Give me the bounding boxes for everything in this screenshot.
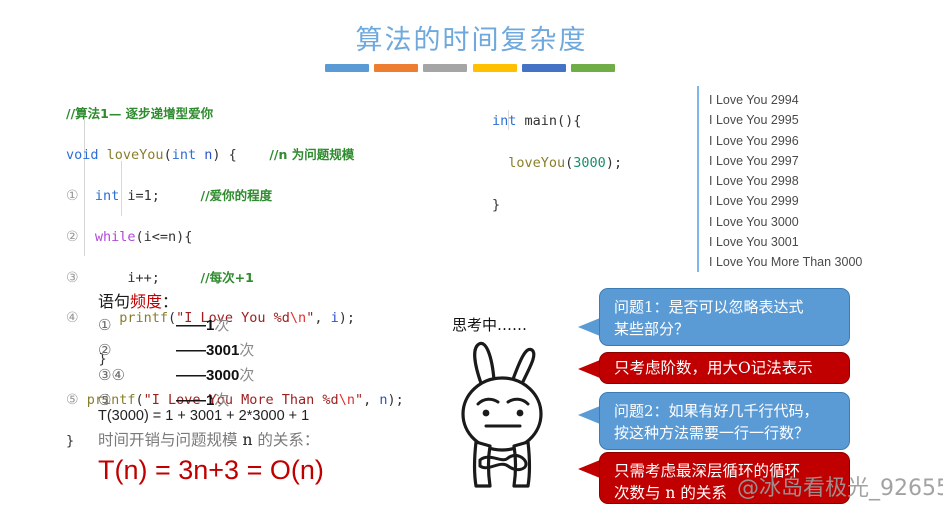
console-line: I Love You 3001 (709, 235, 799, 250)
thinking-label: 思考中…… (452, 316, 528, 334)
code-line-3: ③ i++; //每次+1 (66, 269, 254, 286)
rabbit-right-eye (516, 409, 524, 417)
slide-canvas: 算法的时间复杂度 //算法1— 逐步递增型爱你 void loveYou(int… (0, 0, 943, 508)
console-line: I Love You 2998 (709, 174, 799, 189)
accent-bar-3 (423, 64, 468, 72)
callout-question-1: 问题1：是否可以忽略表达式 某些部分？ (599, 288, 850, 346)
frequency-heading-colon: ： (162, 292, 179, 311)
accent-bar-1 (325, 64, 369, 72)
console-left-rule (697, 86, 699, 272)
watermark-text: @冰岛看极光_92655 (737, 476, 943, 501)
thinking-rabbit-icon (461, 341, 543, 488)
callout-tail-answer-2 (578, 460, 600, 478)
frequency-heading-black: 语句 (98, 292, 131, 311)
frequency-row: ② ——3001次 (98, 338, 254, 363)
callout-line: 某些部分？ (614, 320, 690, 338)
big-o-formula: T(n) = 3n+3 = O(n) (98, 455, 324, 485)
console-line: I Love You More Than 3000 (709, 255, 863, 270)
frequency-row-value: ——3001次 (176, 341, 255, 359)
code-line-comment-header: //算法1— 逐步递增型爱你 (66, 106, 214, 122)
console-line: I Love You 2997 (709, 153, 799, 168)
main-function-code-block: int main(){ loveYou(3000); } (492, 90, 622, 258)
main-code-line-2: loveYou(3000); (492, 155, 623, 171)
console-line: I Love You 2999 (709, 194, 799, 209)
callout-line: 只考虑阶数，用大O记法表示 (614, 359, 813, 377)
t3000-expression: T(3000) = 1 + 3001 + 2*3000 + 1 (98, 408, 310, 424)
callout-question-2: 问题2：如果有好几千行代码， 按这种方法需要一行一行数？ (599, 392, 850, 450)
frequency-heading-red: 频度 (130, 292, 163, 311)
relation-label: 时间开销与问题规模 n 的关系： (98, 431, 320, 449)
statement-frequency-table: 语句频度： ① ——1次 ② ——3001次 ③④ ——3000次 ⑤ ——1次 (98, 291, 254, 413)
main-code-line-3: } (492, 197, 501, 213)
accent-bar-2 (374, 64, 419, 72)
frequency-row-index: ① (98, 316, 112, 334)
console-line: I Love You 2994 (709, 93, 799, 107)
page-title: 算法的时间复杂度 (355, 25, 588, 56)
code-line-2: ② while(i<=n){ (66, 228, 193, 245)
frequency-row-value: ——1次 (176, 316, 230, 334)
frequency-row-index: ③④ (98, 366, 125, 384)
callout-tail-question-2 (578, 406, 600, 424)
frequency-row: ③④ ——3000次 (98, 363, 254, 388)
code-line-1: ① int i=1; //爱你的程度 (66, 188, 273, 204)
callout-answer-1: 只考虑阶数，用大O记法表示 (599, 352, 850, 384)
accent-bar-5 (521, 64, 566, 72)
console-line: I Love You 2996 (709, 133, 799, 148)
frequency-row: ① ——1次 (98, 313, 254, 338)
rabbit-left-eye (482, 409, 490, 417)
title-accent-bars (325, 64, 615, 73)
callout-tail-answer-1 (578, 360, 600, 378)
callout-line: 问题1：是否可以忽略表达式 (614, 298, 804, 316)
accent-bar-4 (472, 64, 517, 72)
console-output-list: I Love You 2994 I Love You 2995 I Love Y… (709, 90, 862, 273)
accent-bar-6 (570, 64, 615, 72)
frequency-row-value: ——3000次 (176, 366, 255, 384)
console-line: I Love You 3000 (709, 214, 799, 229)
frequency-heading: 语句频度： (98, 291, 254, 313)
callout-line: 按这种方法需要一行一行数？ (614, 424, 810, 442)
code-line-signature: void loveYou(int n) { //n 为问题规模 (66, 147, 355, 164)
frequency-row-index: ② (98, 341, 112, 359)
callout-tail-question-1 (578, 318, 600, 336)
callout-line: 问题2：如果有好几千行代码， (614, 402, 819, 420)
console-line: I Love You 2995 (709, 113, 799, 128)
main-code-line-1: int main(){ (492, 113, 582, 129)
